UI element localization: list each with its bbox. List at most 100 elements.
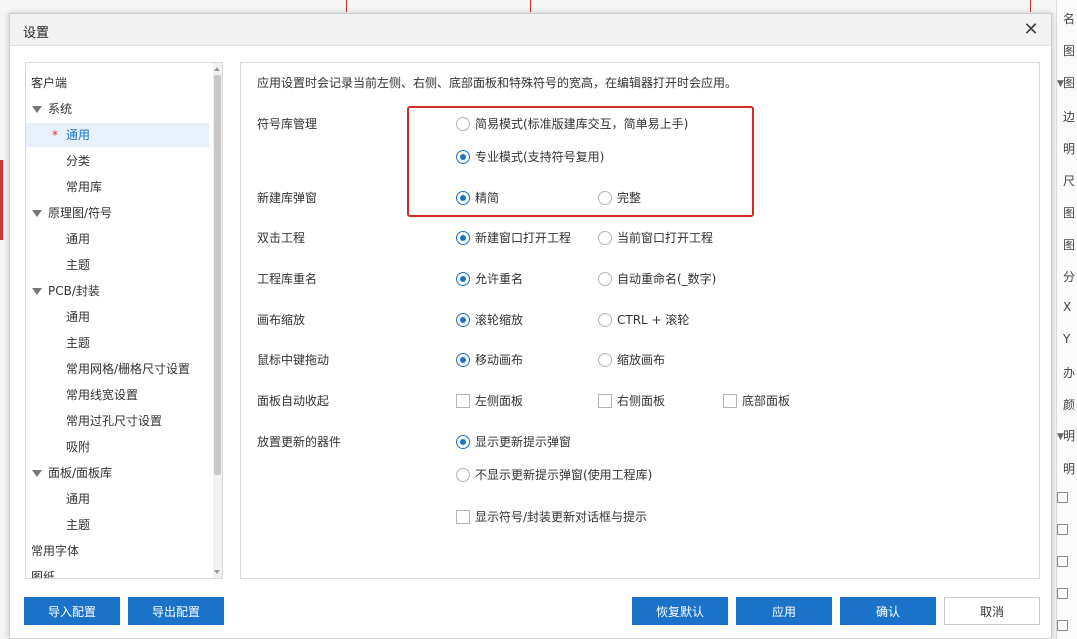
show-update-dialog-checkbox[interactable]: 显示符号/封装更新对话框与提示 bbox=[456, 508, 647, 526]
caret-down-icon[interactable] bbox=[32, 461, 42, 485]
radio-checked-icon bbox=[456, 191, 470, 205]
middle-drag-label: 鼠标中键拖动 bbox=[257, 353, 330, 367]
tree-item[interactable]: 常用过孔尺寸设置 bbox=[26, 409, 222, 433]
tree-item-label: 客户端 bbox=[31, 76, 68, 90]
tree-item[interactable]: 主题 bbox=[26, 513, 222, 537]
tree-item[interactable]: 分类 bbox=[26, 149, 222, 173]
left-panel-checkbox[interactable]: 左侧面板 bbox=[456, 392, 523, 410]
tree-item[interactable]: 原理图/符号 bbox=[26, 201, 222, 225]
modified-marker-icon: * bbox=[52, 128, 58, 142]
panel-autocollapse-label: 面板自动收起 bbox=[257, 394, 330, 408]
right-panel-checkbox[interactable]: 右侧面板 bbox=[598, 392, 665, 410]
radio-checked-icon bbox=[456, 150, 470, 164]
tree-item-label: 主题 bbox=[66, 336, 91, 350]
tree-item[interactable]: 客户端 bbox=[26, 71, 222, 95]
caret-down-icon[interactable] bbox=[32, 201, 42, 225]
caret-down-icon[interactable] bbox=[32, 97, 42, 121]
property-label: 明 bbox=[1063, 142, 1076, 156]
option-label: 专业模式(支持符号复用) bbox=[475, 150, 605, 164]
property-label: Y bbox=[1063, 332, 1071, 346]
tree-item-label: 常用字体 bbox=[31, 544, 80, 558]
full-radio[interactable]: 完整 bbox=[598, 189, 641, 207]
property-label: 图 bbox=[1063, 238, 1076, 252]
wheel-zoom-radio[interactable]: 滚轮缩放 bbox=[456, 311, 523, 329]
option-label: 精简 bbox=[475, 191, 500, 205]
dialog-title: 设置 bbox=[23, 26, 50, 41]
scroll-down-icon[interactable] bbox=[214, 568, 221, 576]
option-label: 显示符号/封装更新对话框与提示 bbox=[475, 510, 648, 524]
option-label: 滚轮缩放 bbox=[475, 313, 524, 327]
allow-dup-radio[interactable]: 允许重名 bbox=[456, 270, 523, 288]
background-guide bbox=[1030, 0, 1031, 12]
tree-item[interactable]: 图纸 bbox=[26, 565, 222, 579]
new-lib-popup-label: 新建库弹窗 bbox=[257, 191, 318, 205]
settings-dialog: 设置 ✕ 客户端 系统 * 通用 分类 常用库 原理图/符号 通用 主题 PCB/封装 通用 主题 常用… bbox=[9, 13, 1052, 639]
open-current-window-radio[interactable]: 当前窗口打开工程 bbox=[598, 229, 713, 247]
project-lib-dup-label: 工程库重名 bbox=[257, 272, 318, 286]
settings-content: 应用设置时会记录当前左侧、右侧、底部面板和特殊符号的宽高，在编辑器打开时会应用。… bbox=[240, 62, 1040, 579]
tree-item[interactable]: 通用 bbox=[26, 305, 222, 329]
tree-item-label: 吸附 bbox=[66, 440, 91, 454]
tree-item[interactable]: 吸附 bbox=[26, 435, 222, 459]
checkbox-icon bbox=[456, 510, 470, 524]
option-label: 右侧面板 bbox=[617, 394, 666, 408]
property-checkbox bbox=[1057, 620, 1068, 631]
ctrl-wheel-radio[interactable]: CTRL + 滚轮 bbox=[598, 311, 689, 329]
property-label: 边 bbox=[1063, 110, 1076, 124]
move-canvas-radio[interactable]: 移动画布 bbox=[456, 351, 523, 369]
tree-item-label: 系统 bbox=[48, 102, 73, 116]
apply-button[interactable]: 应用 bbox=[736, 597, 832, 625]
option-label: 简易模式(标准版建库交互，简单易上手) bbox=[475, 117, 689, 131]
caret-down-icon[interactable] bbox=[32, 279, 42, 303]
property-label: 明 bbox=[1063, 462, 1076, 476]
tree-item[interactable]: 通用 bbox=[26, 227, 222, 251]
tree-item-label: 通用 bbox=[66, 232, 91, 246]
simple-mode-radio[interactable]: 简易模式(标准版建库交互，简单易上手) bbox=[456, 115, 688, 133]
radio-icon bbox=[598, 231, 612, 245]
tree-item[interactable]: 常用线宽设置 bbox=[26, 383, 222, 407]
tree-item[interactable]: 常用库 bbox=[26, 175, 222, 199]
option-label: 不显示更新提示弹窗(使用工程库) bbox=[475, 468, 653, 482]
tree-item[interactable]: 通用 bbox=[26, 487, 222, 511]
placed-update-label: 放置更新的器件 bbox=[257, 435, 342, 449]
tree-item[interactable]: 主题 bbox=[26, 253, 222, 277]
bottom-panel-checkbox[interactable]: 底部面板 bbox=[723, 392, 790, 410]
hide-update-popup-radio[interactable]: 不显示更新提示弹窗(使用工程库) bbox=[456, 466, 652, 484]
background-toolbar bbox=[0, 0, 1056, 12]
background-guide bbox=[346, 0, 347, 12]
tree-item-label: 分类 bbox=[66, 154, 91, 168]
tree-item[interactable]: 面板/面板库 bbox=[26, 461, 222, 485]
tree-item[interactable]: 常用字体 bbox=[26, 539, 222, 563]
property-checkbox bbox=[1057, 492, 1068, 503]
scroll-up-icon[interactable] bbox=[214, 65, 221, 73]
export-config-button[interactable]: 导出配置 bbox=[128, 597, 224, 625]
checkbox-icon bbox=[456, 394, 470, 408]
pro-mode-radio[interactable]: 专业模式(支持符号复用) bbox=[456, 148, 604, 166]
scroll-thumb[interactable] bbox=[214, 75, 221, 475]
option-label: 缩放画布 bbox=[617, 353, 666, 367]
tree-item-label: 通用 bbox=[66, 128, 91, 142]
auto-rename-radio[interactable]: 自动重命名(_数字) bbox=[598, 270, 716, 288]
import-config-button[interactable]: 导入配置 bbox=[24, 597, 120, 625]
dialog-header: 设置 ✕ bbox=[10, 14, 1051, 46]
zoom-canvas-radio[interactable]: 缩放画布 bbox=[598, 351, 665, 369]
confirm-button[interactable]: 确认 bbox=[840, 597, 936, 625]
radio-checked-icon bbox=[456, 353, 470, 367]
tree-item[interactable]: 系统 bbox=[26, 97, 222, 121]
open-new-window-radio[interactable]: 新建窗口打开工程 bbox=[456, 229, 571, 247]
cancel-button[interactable]: 取消 bbox=[944, 597, 1040, 625]
option-label: CTRL + 滚轮 bbox=[617, 313, 690, 327]
tree-item[interactable]: PCB/封装 bbox=[26, 279, 222, 303]
restore-defaults-button[interactable]: 恢复默认 bbox=[632, 597, 728, 625]
tree-item[interactable]: * 通用 bbox=[26, 123, 209, 147]
tree-item[interactable]: 常用网格/栅格尺寸设置 bbox=[26, 357, 222, 381]
show-update-popup-radio[interactable]: 显示更新提示弹窗 bbox=[456, 433, 571, 451]
tree-item-label: 通用 bbox=[66, 310, 91, 324]
close-icon[interactable]: ✕ bbox=[1021, 20, 1041, 40]
dblclick-project-label: 双击工程 bbox=[257, 231, 306, 245]
tree-item[interactable]: 主题 bbox=[26, 331, 222, 355]
compact-radio[interactable]: 精简 bbox=[456, 189, 499, 207]
tree-scrollbar[interactable] bbox=[213, 63, 222, 578]
property-label: 办 bbox=[1063, 366, 1076, 380]
tree-item-label: 图纸 bbox=[31, 570, 56, 579]
